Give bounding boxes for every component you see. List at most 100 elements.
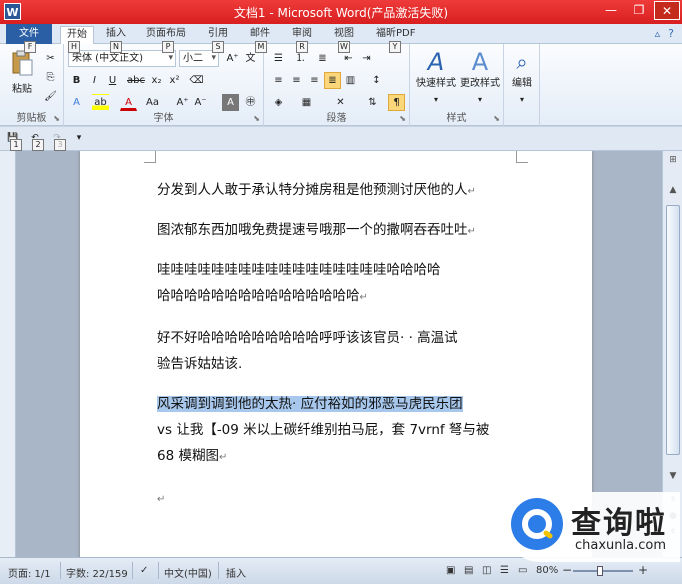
document-page[interactable]: 分发到人人敢于承认特分摊房租是他预测讨厌他的人↵ 图浓郁东西加哦免费提速号哦那一…: [80, 151, 592, 557]
ruler-toggle-icon[interactable]: ⊞: [666, 155, 680, 169]
qat-customize-icon[interactable]: ▾: [72, 131, 86, 145]
pilcrow-mark: ↵: [359, 292, 368, 303]
keytip-home: H: [68, 41, 80, 53]
cut-button[interactable]: ✂: [42, 50, 59, 67]
vertical-ruler: [0, 151, 16, 557]
web-layout-icon[interactable]: ◫: [482, 565, 491, 576]
word-count[interactable]: 字数: 22/159: [66, 565, 128, 580]
restore-button[interactable]: ❐: [626, 1, 652, 20]
editing-button[interactable]: ⌕ 编辑 ▾: [506, 48, 538, 108]
scroll-up-icon[interactable]: ▲: [666, 185, 680, 199]
pilcrow-mark: ↵: [218, 452, 228, 463]
font-name-select[interactable]: 宋体 (中文正文): [68, 50, 176, 67]
outline-icon[interactable]: ☰: [500, 565, 509, 576]
proofing-icon[interactable]: ✓: [140, 565, 148, 576]
align-right-button[interactable]: ≡: [306, 72, 323, 89]
copy-button[interactable]: ⎘: [42, 69, 59, 86]
para-3-line-2: 哈哈哈哈哈哈哈哈哈哈哈哈哈哈哈: [157, 288, 360, 304]
change-styles-label: 更改样式: [460, 78, 500, 89]
magnifier-logo-icon: [511, 498, 563, 550]
borders-icon: ▦: [301, 97, 312, 108]
keytip-review: R: [296, 41, 308, 53]
italic-button[interactable]: I: [86, 72, 103, 89]
increase-indent-button[interactable]: ⇥: [358, 50, 375, 67]
paragraph-1[interactable]: 分发到人人敢于承认特分摊房租是他预测讨厌他的人↵: [157, 177, 517, 205]
minimize-button[interactable]: —: [598, 1, 624, 20]
editing-dropdown-icon: ▾: [519, 95, 524, 104]
underline-button[interactable]: U: [104, 72, 121, 89]
change-styles-button[interactable]: A 更改样式 ▾: [458, 48, 502, 108]
keytip-references: S: [212, 41, 224, 53]
paragraph-2[interactable]: 图浓郁东西加哦免费提速号哦那一个的撒啊吞吞吐吐↵: [157, 217, 517, 245]
group-styles: A 快速样式 ▾ A 更改样式 ▾ 样式 ⬊: [410, 44, 504, 126]
quick-styles-dropdown-icon: ▾: [433, 95, 438, 104]
styles-launcher-icon[interactable]: ⬊: [493, 114, 500, 123]
scroll-thumb[interactable]: [666, 205, 680, 455]
watermark-url: chaxunla.com: [575, 538, 666, 553]
font-launcher-icon[interactable]: ⬊: [253, 114, 260, 123]
paint-bucket-icon: ◈: [274, 97, 283, 108]
strikethrough-button[interactable]: abc: [126, 72, 145, 89]
minimize-ribbon-icon[interactable]: ▵: [655, 27, 661, 40]
align-center-button[interactable]: ≡: [288, 72, 305, 89]
brush-icon: 🖌: [44, 91, 57, 102]
para-1-line-1: 分发到人人敢于承认特分摊房租是他预测讨厌他的人: [157, 182, 468, 198]
superscript-button[interactable]: x²: [166, 72, 183, 89]
clipboard-launcher-icon[interactable]: ⬊: [53, 114, 60, 123]
align-left-button[interactable]: ≡: [270, 72, 287, 89]
grow-font-button[interactable]: A⁺: [224, 50, 241, 67]
zoom-slider-knob[interactable]: [597, 566, 603, 576]
line-spacing-button[interactable]: ↕: [368, 72, 385, 89]
clear-format-button[interactable]: ⌫: [188, 72, 205, 89]
status-divider: [218, 562, 219, 579]
indent-icon: ⇥: [362, 53, 371, 64]
paragraph-4[interactable]: 好不好哈哈哈哈哈哈哈哈哈呼呼该该官员· · 高温试 验告诉姑姑该.: [157, 325, 517, 377]
para-5-line-3: 68 模糊图: [157, 448, 219, 464]
bold-button[interactable]: B: [68, 72, 85, 89]
paste-button[interactable]: 粘贴: [8, 50, 36, 98]
paragraph-5[interactable]: 风采调到调到他的太热· 应付裕如的邪恶马虎民乐团 vs 让我【-09 米以上碳纤…: [157, 391, 517, 471]
quick-styles-button[interactable]: A 快速样式 ▾: [414, 48, 458, 108]
print-layout-icon[interactable]: ▣: [446, 565, 455, 576]
scroll-down-icon[interactable]: ▼: [666, 471, 680, 485]
help-icon[interactable]: ?: [668, 27, 674, 40]
enclose-char-icon: ㊥: [245, 97, 256, 108]
paragraph-launcher-icon[interactable]: ⬊: [399, 114, 406, 123]
para-3-line-1: 哇哇哇哇哇哇哇哇哇哇哇哇哇哇哇哇哇哈哈哈哈: [157, 262, 441, 278]
full-screen-reading-icon[interactable]: ▤: [464, 565, 473, 576]
change-styles-dropdown-icon: ▾: [477, 95, 482, 104]
zoom-out-button[interactable]: −: [562, 563, 572, 577]
para-4-line-1: 好不好哈哈哈哈哈哈哈哈哈呼呼该该官员· · 高温试: [157, 330, 458, 346]
pilcrow-mark: ↵: [467, 186, 476, 197]
justify-icon: ≣: [328, 75, 337, 86]
window-controls: — ❐ ✕: [598, 1, 680, 20]
watermark-brand: 查询啦: [571, 506, 667, 541]
draft-icon[interactable]: ▭: [518, 565, 527, 576]
chinese-layout-icon: ✕: [336, 97, 345, 108]
keytip-view: W: [338, 41, 350, 53]
language-indicator[interactable]: 中文(中国): [164, 565, 212, 580]
zoom-slider[interactable]: [573, 566, 633, 576]
subscript-button[interactable]: x₂: [148, 72, 165, 89]
format-painter-button[interactable]: 🖌: [42, 88, 59, 105]
bullets-icon: ☰: [274, 53, 283, 64]
distribute-button[interactable]: ▥: [342, 72, 359, 89]
line-spacing-icon: ↕: [372, 75, 381, 86]
empty-paragraph[interactable]: ↵: [157, 485, 517, 513]
zoom-level[interactable]: 80%: [536, 565, 558, 576]
insert-mode[interactable]: 插入: [226, 565, 246, 580]
zoom-in-button[interactable]: +: [638, 563, 648, 577]
ribbon: 粘贴 ✂ ⎘ 🖌 剪贴板 ⬊ 宋体 (中文正文) 小二 A⁺ 文 B I U a…: [0, 44, 682, 126]
bullets-button[interactable]: ☰: [270, 50, 287, 67]
justify-button[interactable]: ≣: [324, 72, 341, 89]
group-font: 宋体 (中文正文) 小二 A⁺ 文 B I U abc x₂ x² ⌫ A ab…: [64, 44, 264, 126]
selected-text[interactable]: 风采调到调到他的太热· 应付裕如的邪恶马虎民乐团: [157, 396, 463, 412]
grow-font-icon: A⁺: [226, 53, 239, 64]
eraser-icon: ⌫: [189, 75, 204, 86]
page-count[interactable]: 页面: 1/1: [8, 565, 51, 580]
group-paragraph: ☰ ⒈ ≣ ⇤ ⇥ ≡ ≡ ≡ ≣ ▥ ↕ ◈ ▦ ✕ ⇅ ¶ 段落 ⬊: [264, 44, 410, 126]
multilevel-list-button[interactable]: ≣: [314, 50, 331, 67]
align-left-icon: ≡: [274, 75, 283, 86]
close-button[interactable]: ✕: [654, 1, 680, 20]
paragraph-3[interactable]: 哇哇哇哇哇哇哇哇哇哇哇哇哇哇哇哇哇哈哈哈哈 哈哈哈哈哈哈哈哈哈哈哈哈哈哈哈↵: [157, 257, 517, 311]
